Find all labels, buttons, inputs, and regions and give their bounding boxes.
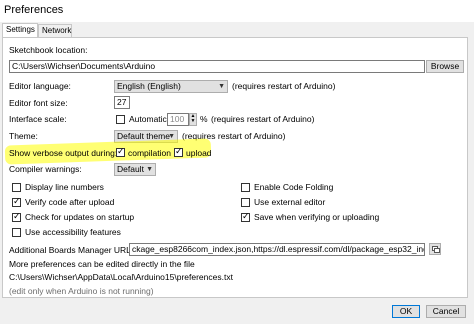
save-on-verify-checkbox[interactable]: ✓: [241, 211, 250, 222]
tab-settings[interactable]: Settings: [2, 23, 38, 38]
check-icon: ✓: [13, 196, 21, 206]
cancel-button[interactable]: Cancel: [426, 305, 466, 318]
interface-scale-unit: %: [200, 114, 208, 124]
editor-language-select[interactable]: English (English) ▼: [114, 80, 228, 93]
external-editor-checkbox[interactable]: [241, 198, 250, 207]
interface-scale-spinner[interactable]: ▲ ▼: [189, 113, 197, 126]
upload-label: upload: [186, 148, 212, 158]
automatic-scale-label: Automatic: [129, 114, 167, 124]
editor-language-value: English (English): [117, 81, 181, 91]
compilation-label: compilation: [128, 148, 171, 158]
edit-urls-button[interactable]: [429, 243, 441, 255]
more-preferences-text: More preferences can be edited directly …: [9, 259, 195, 269]
editor-language-label: Editor language:: [9, 81, 71, 91]
check-updates-label: Check for updates on startup: [25, 212, 135, 222]
interface-scale-note: (requires restart of Arduino): [211, 114, 315, 124]
verbose-output-label: Show verbose output during:: [9, 148, 118, 158]
sketchbook-path-input[interactable]: C:\Users\Wichser\Documents\Arduino: [9, 60, 425, 73]
settings-panel: Sketchbook location: C:\Users\Wichser\Do…: [2, 37, 468, 298]
ok-button[interactable]: OK: [392, 305, 420, 318]
button-bar: OK Cancel: [0, 300, 474, 324]
compiler-warnings-label: Compiler warnings:: [9, 164, 82, 174]
code-folding-checkbox[interactable]: [241, 183, 250, 192]
boards-manager-urls-input[interactable]: ckage_esp8266com_index.json,https://dl.e…: [129, 243, 425, 256]
preferences-window: Preferences Settings Network Sketchbook …: [0, 0, 474, 324]
spinner-down-icon[interactable]: ▼: [190, 119, 196, 124]
automatic-scale-checkbox[interactable]: [116, 115, 125, 124]
tab-network[interactable]: Network: [38, 24, 72, 38]
boards-manager-label: Additional Boards Manager URLs:: [9, 245, 138, 255]
compilation-checkbox[interactable]: ✓: [116, 146, 125, 157]
font-size-label: Editor font size:: [9, 98, 68, 108]
check-updates-checkbox[interactable]: ✓: [12, 211, 21, 222]
display-line-numbers-checkbox[interactable]: [12, 183, 21, 192]
font-size-input[interactable]: 27: [114, 96, 130, 109]
compiler-warnings-value: Default: [117, 164, 144, 174]
preferences-file-path: C:\Users\Wichser\AppData\Local\Arduino15…: [9, 272, 233, 282]
interface-scale-label: Interface scale:: [9, 114, 67, 124]
theme-label: Theme:: [9, 131, 38, 141]
editor-language-note: (requires restart of Arduino): [232, 81, 336, 91]
edit-note: (edit only when Arduino is not running): [9, 286, 154, 296]
save-on-verify-label: Save when verifying or uploading: [254, 212, 380, 222]
accessibility-checkbox[interactable]: [12, 228, 21, 237]
browse-button[interactable]: Browse: [426, 60, 464, 73]
compiler-warnings-select[interactable]: Default ▼: [114, 163, 156, 176]
verify-code-label: Verify code after upload: [25, 197, 115, 207]
interface-scale-input[interactable]: 100: [167, 113, 189, 126]
external-editor-label: Use external editor: [254, 197, 326, 207]
verify-code-checkbox[interactable]: ✓: [12, 196, 21, 207]
check-icon: ✓: [117, 146, 125, 156]
title-bar: Preferences: [0, 0, 474, 22]
check-icon: ✓: [13, 211, 21, 221]
sketchbook-label: Sketchbook location:: [9, 45, 88, 55]
chevron-down-icon: ▼: [146, 166, 153, 173]
upload-checkbox[interactable]: ✓: [174, 146, 183, 157]
accessibility-label: Use accessibility features: [25, 227, 121, 237]
window-icon: [434, 248, 440, 253]
check-icon: ✓: [175, 146, 183, 156]
display-line-numbers-label: Display line numbers: [25, 182, 104, 192]
code-folding-label: Enable Code Folding: [254, 182, 334, 192]
window-title: Preferences: [4, 4, 64, 16]
check-icon: ✓: [242, 211, 250, 221]
chevron-down-icon: ▼: [218, 83, 225, 90]
